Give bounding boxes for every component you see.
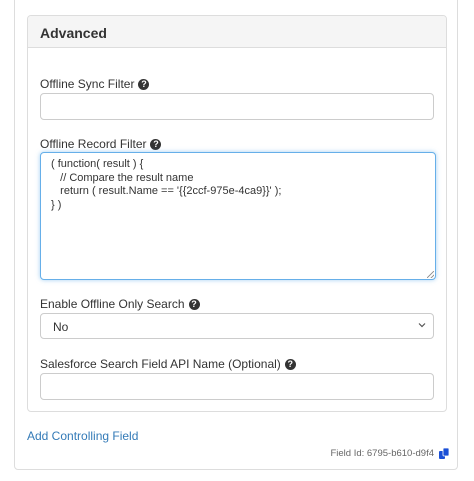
- copy-clipboard-icon[interactable]: [438, 447, 450, 460]
- field-id-text: Field Id: 6795-b610-d9f4: [330, 448, 434, 459]
- field-id-row: Field Id: 6795-b610-d9f4: [330, 447, 450, 460]
- question-circle-icon[interactable]: ?: [188, 298, 200, 310]
- offline-record-filter-label: Offline Record Filter: [40, 137, 147, 151]
- chevron-down-icon: [418, 323, 426, 328]
- offline-sync-filter-input[interactable]: [40, 93, 434, 120]
- enable-offline-only-search-label: Enable Offline Only Search: [40, 297, 185, 311]
- offline-record-filter-label-row: Offline Record Filter ?: [40, 137, 162, 151]
- question-circle-icon[interactable]: ?: [138, 78, 150, 90]
- salesforce-search-field-input[interactable]: [40, 373, 434, 400]
- advanced-panel: Advanced Offline Sync Filter ? Offline R…: [27, 15, 447, 412]
- question-circle-icon[interactable]: ?: [284, 358, 296, 370]
- select-value: No: [53, 320, 69, 334]
- offline-record-filter-textarea[interactable]: ( function( result ) { // Compare the re…: [40, 152, 436, 280]
- salesforce-search-field-label-row: Salesforce Search Field API Name (Option…: [40, 357, 296, 371]
- offline-sync-filter-label-row: Offline Sync Filter ?: [40, 77, 150, 91]
- salesforce-search-field-label: Salesforce Search Field API Name (Option…: [40, 357, 281, 371]
- enable-offline-only-search-label-row: Enable Offline Only Search ?: [40, 297, 200, 311]
- question-circle-icon[interactable]: ?: [150, 138, 162, 150]
- panel-heading: Advanced: [28, 16, 446, 48]
- add-controlling-field-link[interactable]: Add Controlling Field: [27, 429, 138, 443]
- offline-sync-filter-label: Offline Sync Filter: [40, 77, 135, 91]
- enable-offline-only-search-select[interactable]: No: [40, 313, 434, 339]
- textarea-resize-handle[interactable]: [427, 271, 434, 278]
